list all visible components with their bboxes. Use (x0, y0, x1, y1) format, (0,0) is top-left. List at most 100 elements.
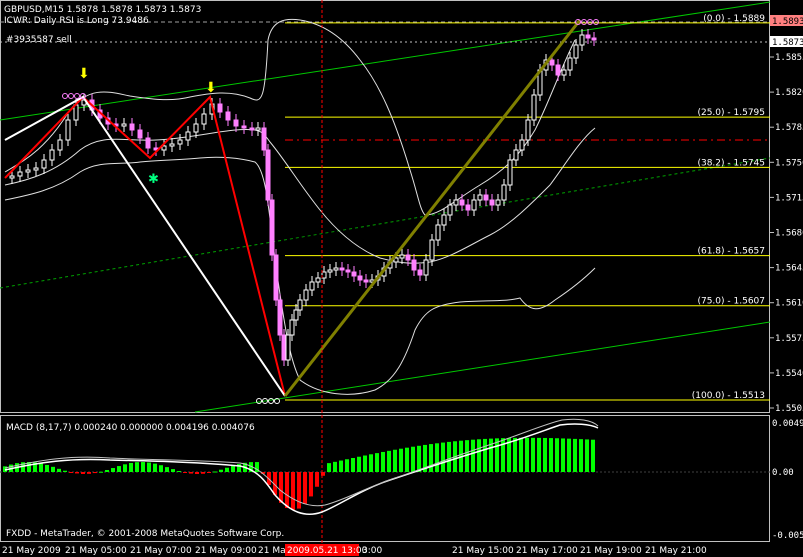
candle-body[interactable] (177, 139, 183, 145)
candle-body[interactable] (555, 64, 561, 76)
candle-body[interactable] (49, 149, 55, 161)
candle-body[interactable] (277, 299, 283, 336)
time-tick-label: 21 May 21:00 (645, 546, 707, 556)
channel-lines[interactable] (0, 1, 771, 413)
candle-body[interactable] (501, 184, 507, 201)
candlesticks[interactable] (9, 29, 597, 366)
candle-body[interactable] (241, 125, 247, 129)
candle-body[interactable] (217, 103, 223, 113)
candle-body[interactable] (423, 259, 429, 276)
macd-bar (369, 454, 373, 472)
candle-body[interactable] (549, 59, 555, 66)
macd-bar (285, 472, 289, 509)
candle-body[interactable] (255, 127, 261, 131)
candle-body[interactable] (465, 204, 471, 211)
candle-body[interactable] (477, 194, 483, 201)
time-tick-label: 21 May 17:00 (516, 546, 578, 556)
candle-body[interactable] (233, 119, 239, 127)
candle-body[interactable] (303, 289, 309, 301)
candle-body[interactable] (453, 199, 459, 206)
macd-tick-label: -0.005823 (772, 531, 803, 541)
candle-body[interactable] (513, 149, 519, 161)
candle-body[interactable] (289, 319, 295, 336)
price-axis[interactable]: 1.5855 1.5820 1.5785 1.5750 1.5715 1.5680 1.56… (770, 53, 803, 414)
candle-body[interactable] (429, 239, 435, 261)
candle-body[interactable] (333, 267, 339, 271)
candle-body[interactable] (489, 199, 495, 206)
macd-bar (537, 437, 541, 472)
candle-body[interactable] (145, 137, 151, 149)
price-tick-label: 1.5645 (775, 264, 803, 274)
candle-body[interactable] (285, 334, 291, 361)
candle-body[interactable] (405, 254, 411, 261)
candle-body[interactable] (591, 37, 597, 41)
candle-body[interactable] (531, 94, 537, 121)
candle-body[interactable] (169, 143, 175, 147)
candle-body[interactable] (321, 271, 327, 279)
candle-body[interactable] (357, 275, 363, 281)
candle-body[interactable] (293, 309, 299, 321)
candle-body[interactable] (297, 299, 303, 311)
candle-body[interactable] (327, 269, 333, 273)
macd-bar (207, 472, 211, 473)
candle-body[interactable] (519, 139, 525, 151)
candle-body[interactable] (471, 199, 477, 211)
candle-body[interactable] (483, 194, 489, 201)
macd-bar (429, 444, 433, 472)
symbol-info: GBPUSD,M15 1.5878 1.5878 1.5873 1.5873 (4, 5, 201, 15)
candle-body[interactable] (441, 214, 447, 226)
candle-body[interactable] (281, 334, 287, 361)
candle-body[interactable] (435, 224, 441, 241)
candle-body[interactable] (417, 269, 423, 276)
fibo-level-label: (38.2) - 1.5745 (697, 158, 765, 168)
candle-body[interactable] (339, 267, 345, 271)
candle-body[interactable] (495, 199, 501, 206)
candle-body[interactable] (525, 119, 531, 141)
order-label[interactable]: #3935587 sell (6, 35, 72, 45)
candle-body[interactable] (73, 104, 79, 121)
candle-body[interactable] (573, 44, 579, 59)
candle-body[interactable] (269, 199, 275, 256)
bid-price-label: 1.5873 (772, 38, 803, 48)
candle-body[interactable] (579, 34, 585, 46)
macd-bar (105, 469, 109, 472)
candle-body[interactable] (567, 57, 573, 71)
macd-bar (303, 472, 307, 504)
chart-canvas[interactable]: (0.0) - 1.5889 (25.0) - 1.5795 (38.2) - 1.… (0, 0, 803, 557)
candle-body[interactable] (261, 127, 267, 151)
candle-body[interactable] (447, 204, 453, 216)
candle-body[interactable] (309, 281, 315, 291)
candle-body[interactable] (57, 139, 63, 151)
fibo-trend-line[interactable] (283, 19, 582, 397)
candle-body[interactable] (65, 119, 71, 141)
candle-body[interactable] (363, 279, 369, 283)
candle-body[interactable] (265, 149, 271, 201)
candle-body[interactable] (121, 123, 127, 127)
candle-body[interactable] (33, 167, 39, 171)
candle-body[interactable] (185, 131, 191, 141)
candle-body[interactable] (399, 254, 405, 259)
candle-body[interactable] (193, 123, 199, 133)
candle-body[interactable] (273, 254, 279, 301)
candle-body[interactable] (249, 127, 255, 131)
candle-body[interactable] (129, 123, 135, 131)
candle-body[interactable] (225, 111, 231, 121)
candle-body[interactable] (561, 69, 567, 76)
candle-body[interactable] (9, 175, 15, 179)
candle-body[interactable] (585, 34, 591, 39)
up-arrow-icon: ✱ (148, 172, 159, 187)
candle-body[interactable] (315, 277, 321, 283)
candle-body[interactable] (41, 159, 47, 169)
candle-body[interactable] (17, 171, 23, 177)
candle-body[interactable] (507, 159, 513, 186)
metatrader-chart-window[interactable]: (0.0) - 1.5889 (25.0) - 1.5795 (38.2) - 1.… (0, 0, 803, 557)
macd-bar (39, 463, 43, 472)
candle-body[interactable] (137, 129, 143, 139)
price-tick-label: 1.5610 (775, 299, 803, 309)
candle-body[interactable] (345, 269, 351, 273)
candle-body[interactable] (201, 113, 207, 125)
candle-body[interactable] (351, 271, 357, 277)
candle-body[interactable] (411, 259, 417, 271)
candle-body[interactable] (25, 169, 31, 173)
candle-body[interactable] (459, 199, 465, 206)
